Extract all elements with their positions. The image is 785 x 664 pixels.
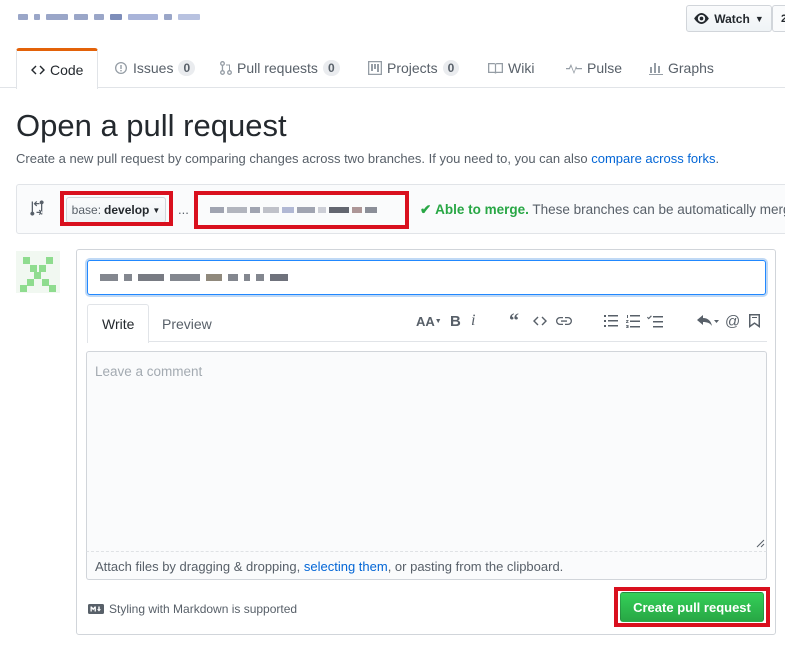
ordered-list-icon[interactable] bbox=[626, 311, 640, 331]
chevron-down-icon: ▼ bbox=[434, 317, 442, 325]
code-icon bbox=[31, 65, 45, 75]
base-branch-select[interactable]: base: develop ▼ bbox=[66, 197, 166, 223]
attach-text-end: , or pasting from the clipboard. bbox=[387, 559, 564, 574]
compare-across-forks-link[interactable]: compare across forks bbox=[591, 151, 715, 166]
compare-branch-select[interactable] bbox=[200, 197, 403, 223]
tab-label: Pull requests bbox=[237, 60, 318, 76]
star-count-button[interactable]: 2 bbox=[772, 5, 785, 32]
comment-textarea[interactable]: Leave a comment bbox=[86, 351, 767, 551]
tab-pull-requests[interactable]: Pull requests 0 bbox=[220, 48, 340, 88]
base-branch-name: develop bbox=[104, 203, 150, 217]
tab-issues[interactable]: Issues 0 bbox=[114, 48, 196, 88]
base-prefix: base: bbox=[71, 203, 102, 217]
code-icon[interactable] bbox=[533, 311, 547, 331]
project-icon bbox=[368, 61, 382, 75]
merge-status-label: Able to merge. bbox=[435, 202, 529, 217]
quote-icon[interactable]: “ bbox=[509, 310, 519, 332]
avatar[interactable] bbox=[16, 251, 60, 293]
book-icon bbox=[488, 63, 503, 74]
tab-preview[interactable]: Preview bbox=[148, 304, 226, 343]
issue-icon bbox=[115, 62, 127, 74]
issues-count: 0 bbox=[178, 60, 196, 76]
create-pull-request-button[interactable]: Create pull request bbox=[620, 592, 764, 622]
comment-placeholder: Leave a comment bbox=[95, 364, 203, 379]
pr-title-input[interactable] bbox=[87, 260, 766, 295]
bold-button[interactable]: B bbox=[450, 311, 461, 331]
tab-label: Code bbox=[50, 62, 84, 78]
tab-label: Graphs bbox=[668, 60, 714, 76]
attach-text: Attach files by dragging & dropping, bbox=[95, 559, 301, 574]
task-list-icon[interactable] bbox=[647, 311, 663, 331]
compare-icon bbox=[30, 200, 44, 216]
check-icon: ✔ bbox=[420, 202, 432, 217]
reply-icon[interactable] bbox=[697, 311, 719, 331]
merge-status: ✔ Able to merge. These branches can be a… bbox=[420, 202, 785, 218]
tab-wiki[interactable]: Wiki bbox=[488, 48, 534, 88]
file-attach-bar[interactable]: Attach files by dragging & dropping, sel… bbox=[86, 551, 767, 580]
tab-label: Issues bbox=[133, 60, 174, 76]
tab-pulse[interactable]: Pulse bbox=[566, 48, 622, 88]
tab-graphs[interactable]: Graphs bbox=[649, 48, 714, 88]
tab-label: Projects bbox=[387, 60, 438, 76]
select-files-link[interactable]: selecting them bbox=[304, 559, 388, 574]
tab-projects[interactable]: Projects 0 bbox=[368, 48, 460, 88]
tab-write[interactable]: Write bbox=[87, 304, 150, 343]
page-subtitle: Create a new pull request by comparing c… bbox=[16, 151, 719, 166]
branch-separator: ... bbox=[178, 202, 189, 217]
repo-title[interactable] bbox=[18, 8, 200, 26]
tab-label: Wiki bbox=[508, 60, 535, 76]
merge-status-note: These branches can be automatically merg… bbox=[532, 202, 785, 217]
italic-button[interactable]: i bbox=[471, 311, 475, 331]
tab-label: Pulse bbox=[587, 60, 623, 76]
pull-requests-count: 0 bbox=[322, 60, 340, 76]
markdown-icon bbox=[88, 604, 104, 614]
watch-button[interactable]: Watch ▼ bbox=[686, 5, 772, 32]
eye-icon bbox=[694, 13, 710, 24]
subtitle-text: Create a new pull request by comparing c… bbox=[16, 151, 588, 166]
page-title: Open a pull request bbox=[16, 108, 287, 143]
watch-label: Watch bbox=[714, 11, 750, 26]
chevron-down-icon: ▼ bbox=[754, 13, 764, 24]
link-icon[interactable] bbox=[556, 311, 572, 331]
markdown-note-text: Styling with Markdown is supported bbox=[109, 602, 298, 616]
projects-count: 0 bbox=[442, 60, 460, 76]
graph-icon bbox=[649, 63, 663, 75]
pulse-icon bbox=[566, 64, 582, 74]
mention-icon[interactable]: @ bbox=[725, 311, 740, 331]
markdown-note[interactable]: Styling with Markdown is supported bbox=[88, 602, 297, 616]
tab-code[interactable]: Code bbox=[16, 48, 99, 89]
resize-handle-icon[interactable] bbox=[756, 539, 765, 548]
subtitle-end: . bbox=[715, 151, 720, 166]
header-text-label: AA bbox=[416, 313, 435, 329]
chevron-down-icon: ▼ bbox=[152, 205, 161, 215]
pull-request-icon bbox=[220, 61, 232, 75]
unordered-list-icon[interactable] bbox=[604, 311, 618, 331]
header-text-button[interactable]: AA ▼ bbox=[416, 311, 442, 331]
bookmark-icon[interactable] bbox=[749, 311, 760, 331]
